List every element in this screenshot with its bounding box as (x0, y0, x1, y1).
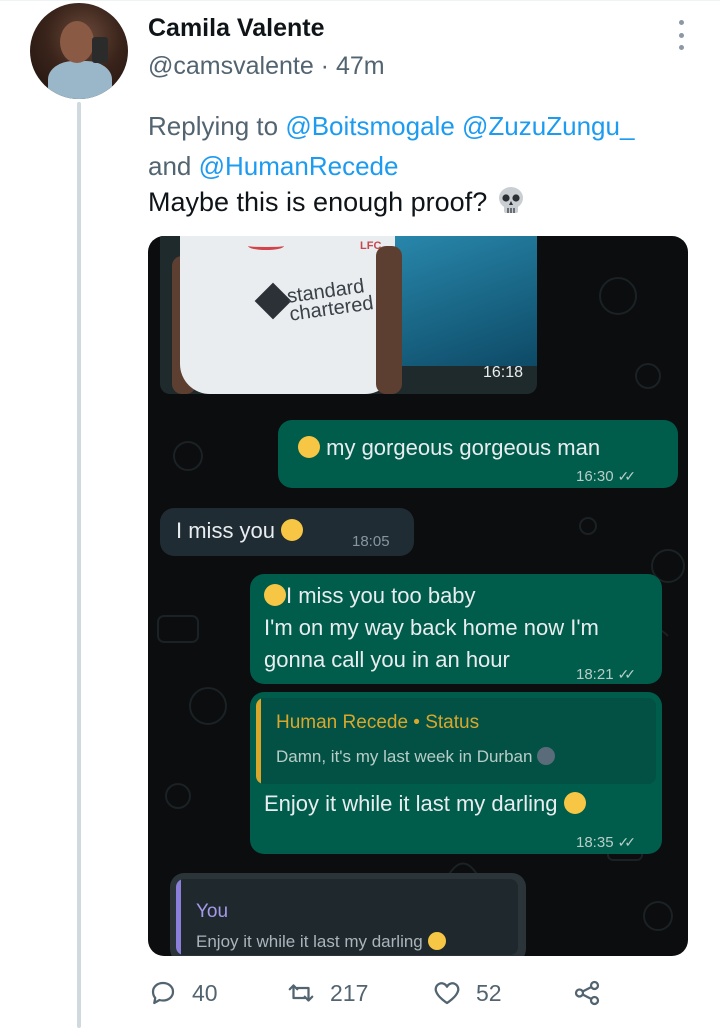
top-divider (0, 0, 720, 6)
double-check-icon: ✓✓ (617, 666, 637, 682)
quoted-status-name: Human Recede • Status (276, 712, 480, 733)
double-check-icon: ✓✓ (617, 834, 637, 850)
message-bubble-incoming[interactable]: I miss you 18:05 (160, 508, 414, 556)
quoted-status-text: Damn, it's my last week in Durban (276, 746, 556, 768)
photo-timestamp: 16:18 (482, 364, 523, 381)
mention-link[interactable]: @Boitsmogale (285, 111, 454, 141)
message-time: 18:35 ✓✓ (576, 826, 637, 859)
quoted-status[interactable]: Human Recede • Status Damn, it's my last… (256, 698, 656, 784)
kissing-face-emoji-icon (427, 932, 446, 950)
message-text: I miss you (176, 515, 304, 547)
quoted-message-text: Enjoy it while it last my darling (196, 931, 446, 953)
author-handle-and-time[interactable]: @camsvalente · 47m (148, 52, 385, 81)
retweet-button[interactable]: 217 (286, 978, 368, 1008)
mention-link[interactable]: @ZuzuZungu_ (462, 111, 634, 141)
pleading-face-emoji-icon (298, 436, 320, 458)
share-button[interactable] (572, 978, 616, 1008)
message-text: my gorgeous gorgeous man (298, 432, 600, 464)
tweet-text: Maybe this is enough proof? (148, 186, 525, 218)
replying-to-label: Replying to (148, 111, 279, 141)
heart-icon (434, 982, 460, 1005)
shared-photo[interactable]: LFC standard chartered 16:18 (160, 236, 537, 394)
message-bubble-outgoing-reply[interactable]: Human Recede • Status Damn, it's my last… (250, 692, 662, 854)
thread-connector-line (77, 102, 81, 1028)
more-dots-icon[interactable] (676, 20, 686, 50)
message-time: 18:05 (352, 533, 390, 550)
double-check-icon: ✓✓ (617, 468, 637, 484)
mention-link[interactable]: @HumanRecede (199, 151, 399, 181)
retweet-icon (288, 984, 314, 1002)
share-icon (574, 980, 600, 1006)
kissing-face-emoji-icon (563, 792, 586, 814)
skull-emoji-icon (498, 187, 523, 213)
tweet-media-image[interactable]: LFC standard chartered 16:18 my gorgeous… (148, 236, 688, 956)
like-button[interactable]: 52 (432, 978, 502, 1008)
message-bubble-outgoing[interactable]: my gorgeous gorgeous man 16:30 ✓✓ (278, 420, 678, 488)
reply-icon (151, 981, 175, 1005)
retweet-count: 217 (330, 979, 369, 1006)
message-bubble-outgoing[interactable]: I miss you too baby I'm on my way back h… (250, 574, 662, 684)
pleading-face-emoji-icon (264, 584, 286, 606)
message-time: 16:30 ✓✓ (576, 460, 637, 493)
quoted-message[interactable]: You Enjoy it while it last my darling (176, 879, 518, 955)
quoted-message-name: You (196, 901, 229, 922)
reply-button[interactable]: 40 (148, 978, 218, 1008)
replying-to-line: Replying to @Boitsmogale @ZuzuZungu_ and… (148, 106, 708, 186)
mention-joiner: and (148, 151, 192, 181)
pleading-face-emoji-icon (281, 519, 304, 541)
message-text: Enjoy it while it last my darling (264, 788, 586, 820)
author-name[interactable]: Camila Valente (148, 14, 324, 43)
message-bubble-reply-preview[interactable]: You Enjoy it while it last my darling (170, 873, 526, 956)
like-count: 52 (476, 979, 502, 1006)
status-thumbnail-icon (537, 747, 556, 765)
nike-swoosh-icon (248, 242, 284, 250)
message-time: 18:21 ✓✓ (576, 658, 637, 691)
tweet-text-body: Maybe this is enough proof? (148, 187, 488, 217)
reply-count: 40 (192, 979, 218, 1006)
club-crest-text: LFC (360, 240, 382, 252)
avatar[interactable] (30, 3, 128, 99)
